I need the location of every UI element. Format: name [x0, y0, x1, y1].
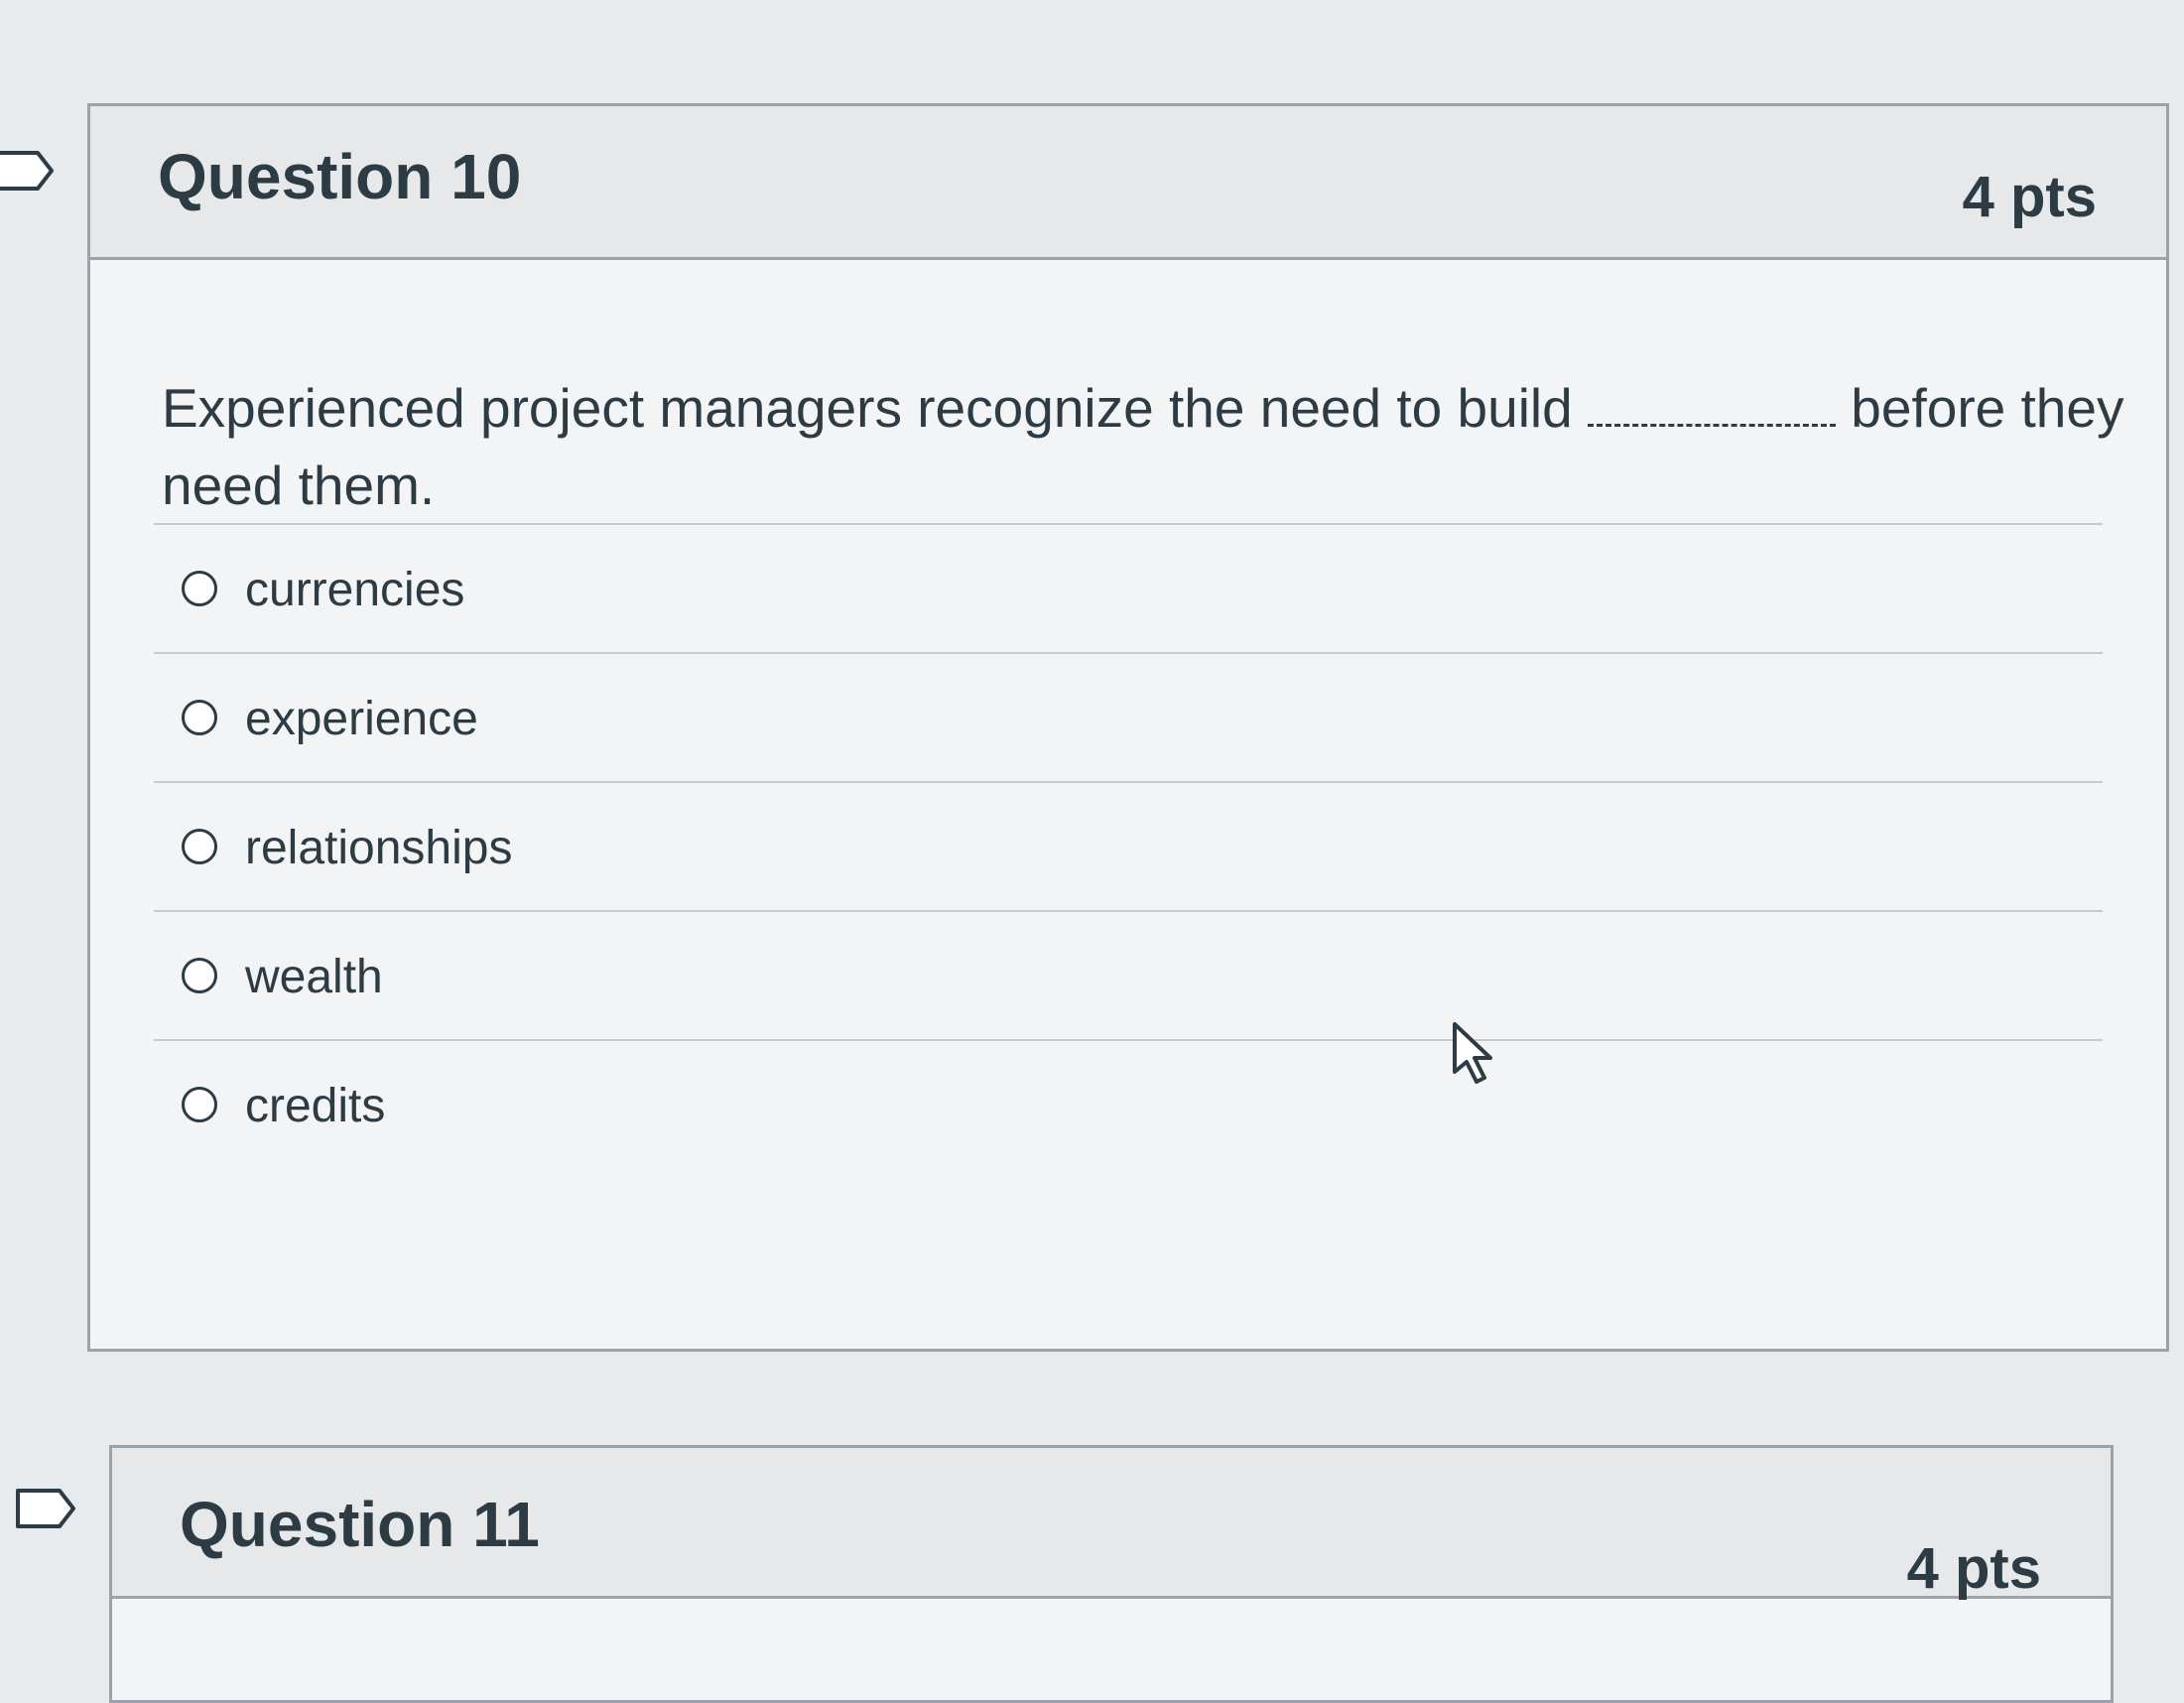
- question-10-card: Question 10 4 pts Experienced project ma…: [87, 103, 2169, 1352]
- answer-list: currencies experience relationships weal…: [154, 523, 2103, 1168]
- answer-label[interactable]: wealth: [245, 950, 383, 1004]
- question-title: Question 10: [158, 141, 522, 212]
- question-text: Experienced project managers recognize t…: [162, 369, 2136, 524]
- question-11-card: Question 11 4 pts: [109, 1445, 2114, 1703]
- radio-button-icon[interactable]: [182, 829, 217, 864]
- radio-button-icon[interactable]: [182, 1087, 217, 1122]
- question-header: Question 10 4 pts: [90, 106, 2166, 260]
- answer-option-wealth[interactable]: wealth: [154, 910, 2103, 1039]
- question-text-before: Experienced project managers recognize t…: [162, 377, 1573, 439]
- answer-option-experience[interactable]: experience: [154, 652, 2103, 781]
- question-header: Question 11 4 pts: [112, 1448, 2111, 1601]
- question-title: Question 11: [180, 1489, 540, 1560]
- radio-button-icon[interactable]: [182, 571, 217, 606]
- question-points: 4 pts: [1962, 165, 2097, 229]
- flag-question-icon[interactable]: [0, 149, 56, 193]
- answer-label[interactable]: experience: [245, 692, 478, 746]
- flag-question-icon[interactable]: [16, 1487, 77, 1530]
- answer-option-currencies[interactable]: currencies: [154, 523, 2103, 652]
- answer-label[interactable]: currencies: [245, 563, 464, 617]
- answer-option-credits[interactable]: credits: [154, 1039, 2103, 1168]
- fill-in-blank: [1588, 384, 1837, 427]
- radio-button-icon[interactable]: [182, 958, 217, 993]
- answer-label[interactable]: relationships: [245, 821, 512, 875]
- mouse-pointer-icon: [1451, 1020, 1498, 1086]
- radio-button-icon[interactable]: [182, 700, 217, 735]
- answer-label[interactable]: credits: [245, 1079, 385, 1133]
- question-points: 4 pts: [1906, 1536, 2041, 1601]
- answer-option-relationships[interactable]: relationships: [154, 781, 2103, 910]
